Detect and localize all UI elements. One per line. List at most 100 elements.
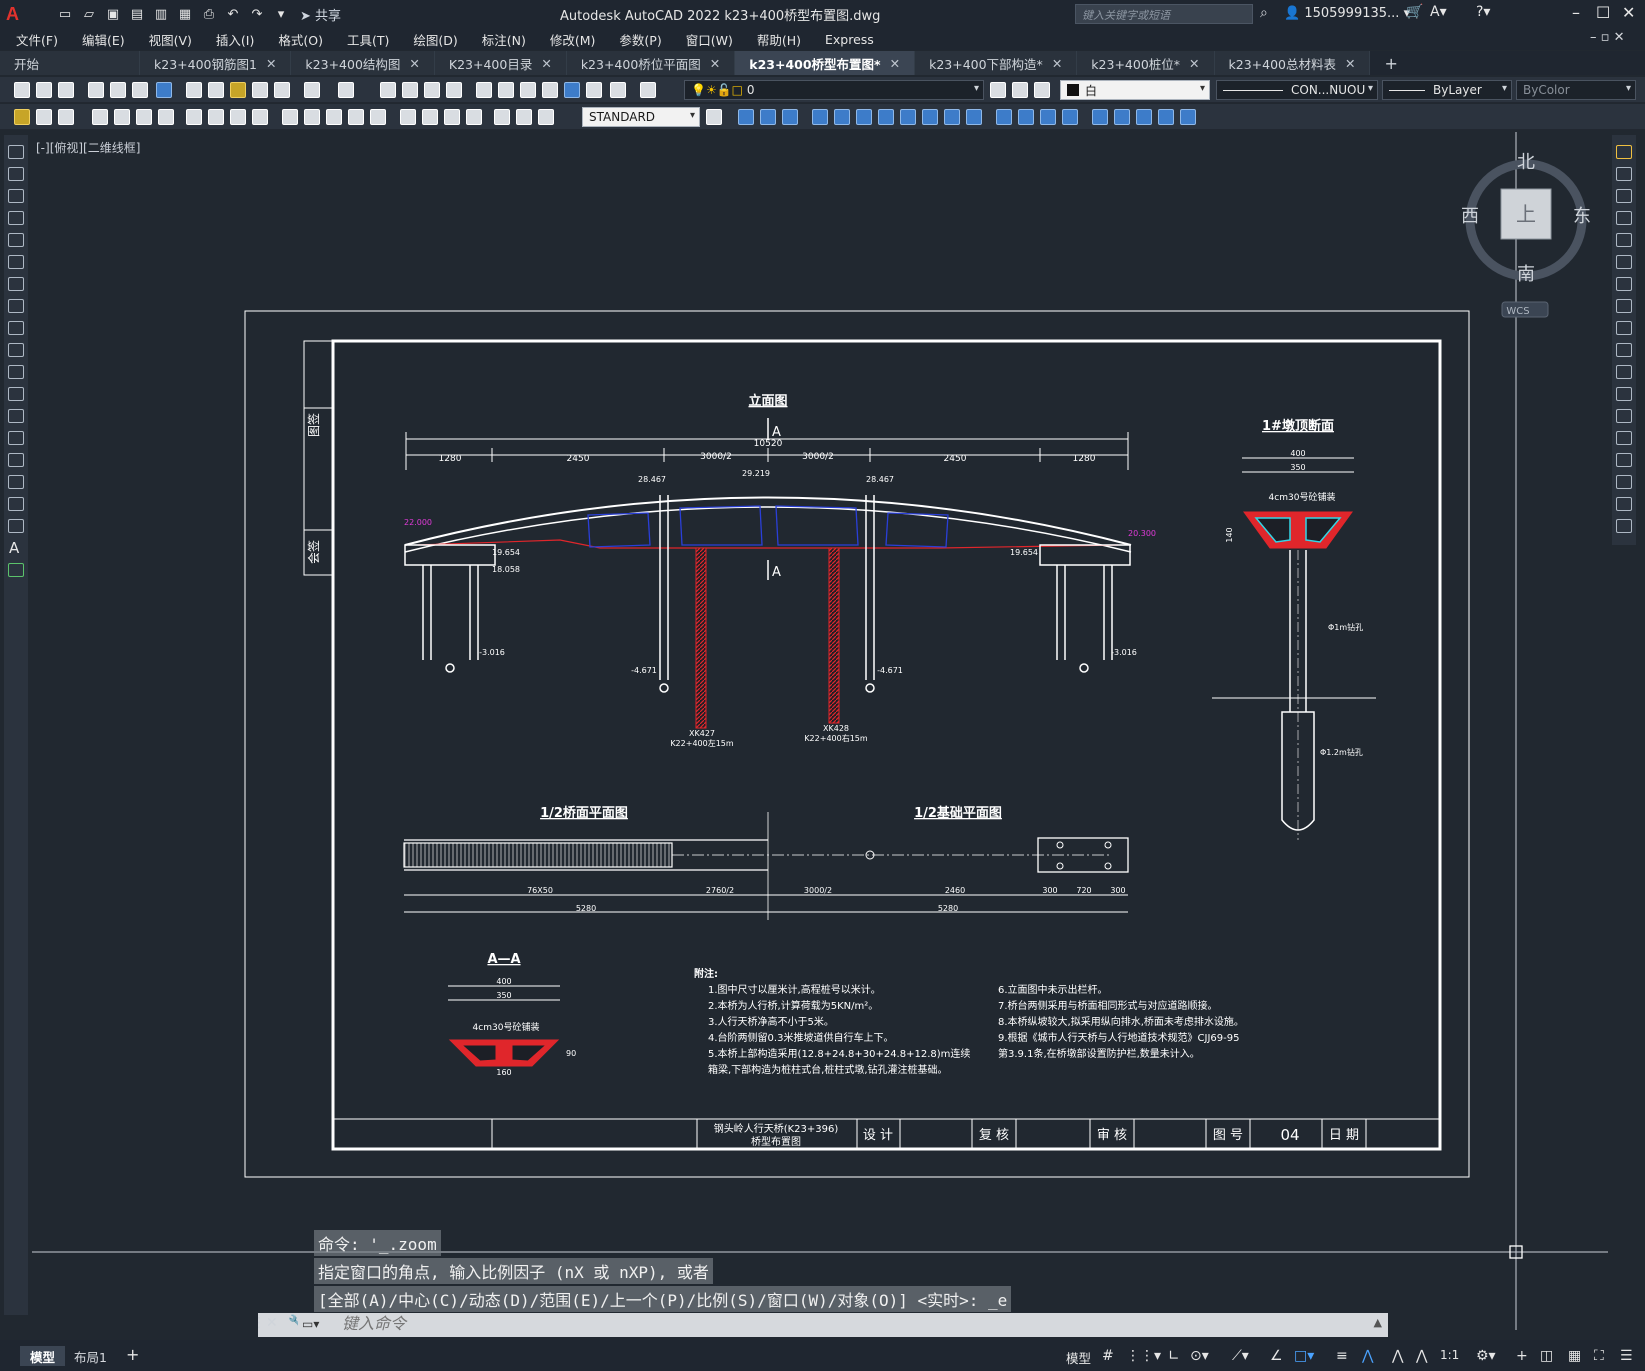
- add-layout-icon[interactable]: +: [126, 1345, 139, 1364]
- offset-icon[interactable]: [1616, 211, 1632, 225]
- reverse-icon[interactable]: [1136, 109, 1152, 125]
- hatch-icon[interactable]: [8, 453, 24, 467]
- extend-icon[interactable]: [966, 109, 982, 125]
- open-icon[interactable]: [36, 82, 52, 98]
- doc-window-controls[interactable]: – ▫ ✕: [1590, 30, 1624, 45]
- blend-curves-icon[interactable]: [1616, 497, 1632, 511]
- menu-express[interactable]: Express: [813, 32, 886, 47]
- join-icon[interactable]: [1616, 431, 1632, 445]
- rotate-icon[interactable]: [878, 109, 894, 125]
- mirror-3d-icon[interactable]: [782, 109, 798, 125]
- autodesk-app-icon[interactable]: A▾: [1430, 4, 1447, 20]
- extend-icon[interactable]: [1616, 365, 1632, 379]
- viewport-controls-label[interactable]: [-][俯视][二维线框]: [36, 139, 140, 156]
- paste-icon[interactable]: [230, 82, 246, 98]
- leader-icon[interactable]: [58, 109, 74, 125]
- scale-value[interactable]: 1:1: [1440, 1348, 1459, 1362]
- close-tab-icon[interactable]: ✕: [1052, 56, 1062, 71]
- units-icon[interactable]: ◫: [1540, 1348, 1553, 1364]
- new-tab-button[interactable]: +: [1370, 51, 1411, 75]
- rectangle-icon[interactable]: [8, 233, 24, 247]
- layer-manager-icon[interactable]: [640, 82, 656, 98]
- array-icon[interactable]: [1616, 233, 1632, 247]
- jogged-dim-icon[interactable]: [208, 109, 224, 125]
- menu-tools[interactable]: 工具(T): [335, 30, 401, 49]
- publish-icon[interactable]: [132, 82, 148, 98]
- tab-start[interactable]: 开始: [0, 51, 140, 75]
- ordinate-dim-icon[interactable]: [158, 109, 174, 125]
- help-icon[interactable]: [610, 82, 626, 98]
- annotation-monitor-icon[interactable]: +: [1516, 1348, 1528, 1364]
- copy-3d-icon[interactable]: [760, 109, 776, 125]
- web-icon[interactable]: [156, 82, 172, 98]
- scale-icon[interactable]: [1616, 299, 1632, 313]
- annotation-visibility-icon[interactable]: ⋀: [1362, 1348, 1373, 1364]
- plot-icon[interactable]: ▦: [176, 5, 194, 23]
- undo-icon[interactable]: ↶: [224, 5, 242, 23]
- move-icon[interactable]: [1616, 255, 1632, 269]
- inspection-icon[interactable]: [444, 109, 460, 125]
- brush-icon[interactable]: [274, 82, 290, 98]
- aligned-dim-icon[interactable]: [114, 109, 130, 125]
- tab-layout1[interactable]: 布局1: [64, 1346, 117, 1366]
- menu-draw[interactable]: 绘图(D): [401, 30, 469, 49]
- linear-dim-icon[interactable]: [92, 109, 108, 125]
- diameter-dim-icon[interactable]: [230, 109, 246, 125]
- menu-format[interactable]: 格式(O): [266, 30, 335, 49]
- ortho-icon[interactable]: ∟: [1168, 1348, 1180, 1364]
- trim-icon[interactable]: [1616, 343, 1632, 357]
- saveas-icon[interactable]: ▤: [128, 5, 146, 23]
- copy-icon[interactable]: [1616, 167, 1632, 181]
- revision-cloud-icon[interactable]: [8, 299, 24, 313]
- lineweight-dropdown[interactable]: ByLayer ▾: [1382, 80, 1512, 100]
- tolerance-icon[interactable]: [400, 109, 416, 125]
- print-icon[interactable]: ⎙: [200, 5, 218, 23]
- snap-icon[interactable]: ⋮⋮▾: [1126, 1348, 1161, 1364]
- continue-dim-icon[interactable]: [326, 109, 342, 125]
- center-mark-icon[interactable]: [422, 109, 438, 125]
- command-history-toggle-icon[interactable]: ▲: [1374, 1316, 1382, 1329]
- zoom-window-icon[interactable]: [424, 82, 440, 98]
- lineweight-icon[interactable]: ≡: [1336, 1348, 1348, 1364]
- dim-text-edit-icon[interactable]: [516, 109, 532, 125]
- tab-file[interactable]: k23+400下部构造* ✕: [915, 51, 1078, 75]
- object-snap-tracking-icon[interactable]: ∠: [1270, 1348, 1283, 1364]
- cut-icon[interactable]: [186, 82, 202, 98]
- ellipse-icon[interactable]: [8, 343, 24, 357]
- match-properties-icon[interactable]: [252, 82, 268, 98]
- plotstyle-dropdown[interactable]: ByColor ▾: [1516, 80, 1636, 100]
- save-icon[interactable]: [58, 82, 74, 98]
- plot-icon[interactable]: [88, 82, 104, 98]
- spline-icon[interactable]: [8, 321, 24, 335]
- break-at-point-icon[interactable]: [1616, 387, 1632, 401]
- fillet-icon[interactable]: [1616, 475, 1632, 489]
- multiline-text-icon[interactable]: [14, 109, 30, 125]
- table-icon[interactable]: [36, 109, 52, 125]
- stretch-icon[interactable]: [922, 109, 938, 125]
- pan-icon[interactable]: [380, 82, 396, 98]
- tab-file[interactable]: k23+400钢筋图1 ✕: [140, 51, 292, 75]
- mirror-icon[interactable]: [1616, 189, 1632, 203]
- move-3d-icon[interactable]: [738, 109, 754, 125]
- autocad-logo[interactable]: A: [6, 3, 32, 25]
- radius-dim-icon[interactable]: [186, 109, 202, 125]
- circle-icon[interactable]: [8, 277, 24, 291]
- menu-parameters[interactable]: 参数(P): [607, 30, 673, 49]
- preview-icon[interactable]: [110, 82, 126, 98]
- move-icon[interactable]: [856, 109, 872, 125]
- break-icon[interactable]: [1616, 409, 1632, 423]
- new-icon[interactable]: ▭: [56, 5, 74, 23]
- align-icon[interactable]: [1114, 109, 1130, 125]
- make-block-icon[interactable]: [8, 409, 24, 423]
- tab-file[interactable]: k23+400总材料表 ✕: [1214, 51, 1371, 75]
- calculator-icon[interactable]: [586, 82, 602, 98]
- array-icon[interactable]: [834, 109, 850, 125]
- properties-icon[interactable]: [476, 82, 492, 98]
- model-viewport[interactable]: [32, 132, 1608, 1330]
- layer-state-icon[interactable]: [1034, 82, 1050, 98]
- dimstyle-manager-icon[interactable]: [706, 109, 722, 125]
- customization-menu-icon[interactable]: ☰: [1620, 1348, 1633, 1364]
- help-icon[interactable]: ?▾: [1476, 4, 1490, 20]
- dimstyle-dropdown[interactable]: STANDARD ▾: [582, 107, 700, 127]
- menu-dimension[interactable]: 标注(N): [470, 30, 538, 49]
